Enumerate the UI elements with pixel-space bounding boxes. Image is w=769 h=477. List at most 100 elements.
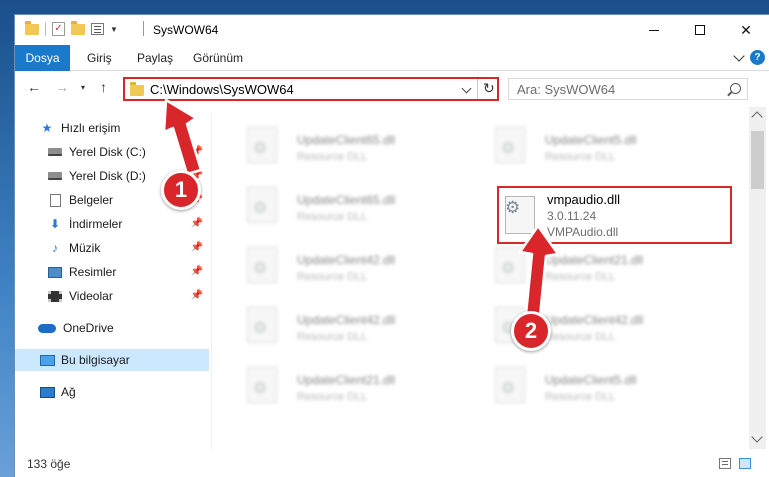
dll-file-icon <box>495 247 525 283</box>
scroll-up-icon[interactable] <box>751 111 763 123</box>
sidebar-item-onedrive[interactable]: OneDrive <box>15 317 209 339</box>
tab-home[interactable]: Giriş <box>87 45 112 71</box>
customize-toolbar-dropdown-icon[interactable]: ▼ <box>110 25 118 34</box>
minimize-icon <box>649 29 659 31</box>
pane-divider[interactable] <box>211 113 212 449</box>
scrollbar-thumb[interactable] <box>751 131 764 189</box>
cloud-icon <box>38 323 56 333</box>
address-history-chevron-icon[interactable] <box>461 83 472 94</box>
dll-file-icon <box>495 127 525 163</box>
music-icon: ♪ <box>52 241 58 255</box>
navigation-pane: ★ Hızlı erişim Yerel Disk (C:) 📌 Yerel D… <box>15 113 211 449</box>
list-item[interactable]: UpdateClient42.dll Resource DLL <box>225 233 455 285</box>
close-icon: ✕ <box>740 21 752 38</box>
close-button[interactable]: ✕ <box>723 15 769 45</box>
address-bar[interactable]: C:\Windows\SysWOW64 ↻ <box>123 77 499 101</box>
sidebar-item-label: Müzik <box>69 241 101 255</box>
address-separator <box>477 79 478 99</box>
search-box[interactable]: Ara: SysWOW64 <box>508 78 748 100</box>
sidebar-item-music[interactable]: ♪ Müzik 📌 <box>15 237 209 259</box>
back-button[interactable]: ← <box>27 79 41 95</box>
gear-icon: ⚙ <box>505 198 521 217</box>
drive-icon <box>48 148 62 156</box>
step-badge-1: 1 <box>161 170 201 210</box>
network-icon <box>39 386 55 398</box>
dll-file-icon <box>247 187 277 223</box>
sidebar-item-network[interactable]: Ağ <box>15 381 209 403</box>
details-view-icon[interactable] <box>719 458 731 469</box>
pin-icon[interactable]: 📌 <box>191 266 203 277</box>
sidebar-item-quick-access[interactable]: ★ Hızlı erişim <box>15 117 209 139</box>
vertical-scrollbar[interactable] <box>749 107 766 449</box>
pin-icon[interactable]: 📌 <box>191 242 203 253</box>
list-item[interactable]: UpdateClient42.dll Resource DLL <box>225 293 455 345</box>
dll-file-icon <box>247 247 277 283</box>
navigation-bar: ← → ▾ ↑ C:\Windows\SysWOW64 ↻ Ara: SysWO… <box>15 71 769 105</box>
pin-icon[interactable]: 📌 <box>191 290 203 301</box>
list-item[interactable]: UpdateClient5.dll Resource DLL <box>473 353 703 405</box>
tab-share[interactable]: Paylaş <box>137 45 173 71</box>
list-item[interactable]: UpdateClient21.dll Resource DLL <box>225 353 455 405</box>
forward-button[interactable]: → <box>55 79 69 95</box>
sidebar-item-downloads[interactable]: ⬇ İndirmeler 📌 <box>15 213 209 235</box>
file-name: vmpaudio.dll <box>547 192 620 207</box>
properties-icon[interactable] <box>91 23 104 35</box>
videos-icon <box>48 290 62 302</box>
address-folder-icon <box>130 82 144 96</box>
tab-file[interactable]: Dosya <box>15 45 70 71</box>
search-placeholder[interactable]: Ara: SysWOW64 <box>517 82 615 97</box>
list-item[interactable]: UpdateClient65.dll Resource DLL <box>225 113 455 165</box>
tab-view[interactable]: Görünüm <box>193 45 243 71</box>
status-bar: 133 öğe <box>15 449 769 477</box>
pin-icon[interactable]: 📌 <box>191 218 203 229</box>
scroll-down-icon[interactable] <box>751 431 763 443</box>
computer-icon <box>39 354 55 366</box>
ribbon: Dosya Giriş Paylaş Görünüm ? <box>15 45 769 71</box>
sidebar-item-local-disk-c[interactable]: Yerel Disk (C:) 📌 <box>15 141 209 163</box>
file-list: UpdateClient65.dll Resource DLL UpdateCl… <box>225 107 749 449</box>
sidebar-item-videos[interactable]: Videolar 📌 <box>15 285 209 307</box>
toolbar-separator <box>45 22 46 36</box>
sidebar-item-label: İndirmeler <box>69 217 123 231</box>
sidebar-item-label: Yerel Disk (C:) <box>69 145 146 159</box>
list-item[interactable]: UpdateClient42.dll Resource DLL <box>473 293 703 345</box>
sidebar-item-label: Yerel Disk (D:) <box>69 169 146 183</box>
up-button[interactable]: ↑ <box>100 79 107 95</box>
list-item[interactable]: UpdateClient21.dll Resource DLL <box>473 233 703 285</box>
large-icons-view-icon[interactable] <box>739 458 751 469</box>
documents-icon <box>49 193 61 207</box>
window-title: SysWOW64 <box>153 23 219 37</box>
file-version: 3.0.11.24 <box>547 209 597 223</box>
recent-locations-dropdown[interactable]: ▾ <box>81 83 85 92</box>
star-icon: ★ <box>41 121 53 135</box>
maximize-button[interactable] <box>677 15 723 45</box>
sidebar-item-label: Bu bilgisayar <box>61 353 130 367</box>
item-count: 133 öğe <box>27 457 71 471</box>
list-item[interactable]: UpdateClient5.dll Resource DLL <box>473 113 703 165</box>
sidebar-item-label: Videolar <box>69 289 113 303</box>
sidebar-item-label: Ağ <box>61 385 76 399</box>
list-item[interactable]: UpdateClient65.dll Resource DLL <box>225 173 455 225</box>
pictures-icon <box>48 266 62 278</box>
download-icon: ⬇ <box>49 217 61 231</box>
new-folder-icon[interactable] <box>71 20 85 35</box>
file-explorer-window: ✓ ▼ SysWOW64 ✕ Dosya Giriş Paylaş Görünü… <box>14 14 769 477</box>
title-separator <box>143 21 144 36</box>
sidebar-item-pictures[interactable]: Resimler 📌 <box>15 261 209 283</box>
sidebar-item-label: Hızlı erişim <box>61 121 121 135</box>
dll-file-icon <box>247 367 277 403</box>
sidebar-item-this-pc[interactable]: Bu bilgisayar <box>15 349 209 371</box>
refresh-icon[interactable]: ↻ <box>483 80 495 97</box>
minimize-button[interactable] <box>631 15 677 45</box>
sidebar-item-label: Belgeler <box>69 193 114 207</box>
properties-check-icon[interactable]: ✓ <box>52 22 65 36</box>
pin-icon[interactable]: 📌 <box>191 146 203 157</box>
step-badge-2: 2 <box>511 311 551 351</box>
expand-ribbon-chevron-icon[interactable] <box>733 50 745 62</box>
search-icon[interactable] <box>730 83 741 94</box>
address-path[interactable]: C:\Windows\SysWOW64 <box>150 82 294 97</box>
drive-icon <box>48 172 62 180</box>
sidebar-item-label: OneDrive <box>63 321 114 335</box>
help-icon[interactable]: ? <box>750 50 765 65</box>
dll-file-icon <box>495 367 525 403</box>
